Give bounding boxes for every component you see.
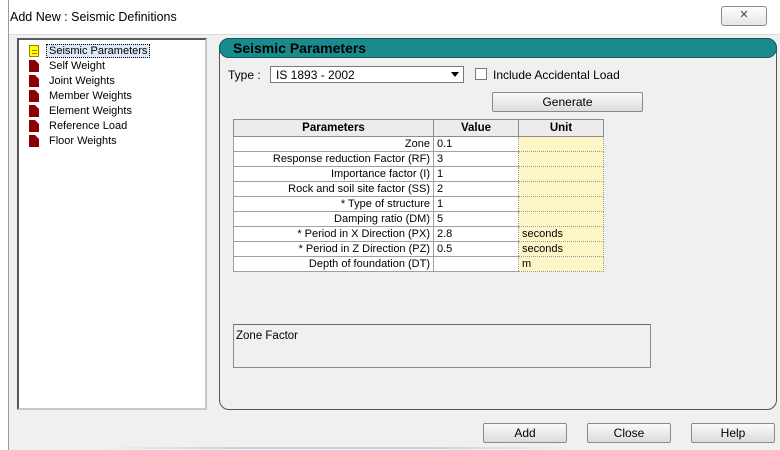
definitions-tree[interactable]: Seismic Parameters Self Weight Joint Wei… [17, 38, 207, 410]
param-name-cell: * Period in Z Direction (PZ) [233, 241, 434, 257]
document-icon [29, 60, 39, 72]
document-icon [29, 135, 39, 147]
generate-button[interactable]: Generate [492, 92, 643, 112]
include-accidental-load-label: Include Accidental Load [493, 68, 620, 82]
chevron-down-icon [451, 72, 459, 77]
param-name-cell: Importance factor (I) [233, 166, 434, 182]
table-row: * Period in X Direction (PX) 2.8 seconds [233, 226, 604, 242]
param-value-cell[interactable]: 2.8 [433, 226, 519, 242]
document-icon [29, 90, 39, 102]
param-name-cell: * Type of structure [233, 196, 434, 212]
tree-item-label: Joint Weights [49, 75, 115, 87]
param-unit-cell [518, 196, 604, 212]
panel-header: Seismic Parameters [219, 38, 777, 58]
param-unit-cell [518, 211, 604, 227]
parameter-description-text: Zone Factor [236, 330, 298, 342]
tree-item-label: Reference Load [49, 120, 128, 132]
param-value-cell[interactable] [433, 256, 519, 272]
param-value-cell[interactable]: 1 [433, 196, 519, 212]
param-unit-cell [518, 181, 604, 197]
table-row: Response reduction Factor (RF) 3 [233, 151, 604, 167]
footer-divider [100, 447, 570, 449]
panel-title: Seismic Parameters [233, 40, 367, 56]
close-button[interactable]: Close [587, 423, 671, 443]
document-icon [29, 120, 39, 132]
table-row: * Type of structure 1 [233, 196, 604, 212]
table-row: * Period in Z Direction (PZ) 0.5 seconds [233, 241, 604, 257]
window-close-button[interactable]: ✕ [721, 6, 767, 26]
param-value-cell[interactable]: 3 [433, 151, 519, 167]
column-header-unit: Unit [518, 119, 604, 137]
add-button[interactable]: Add [483, 423, 567, 443]
param-unit-cell: seconds [518, 241, 604, 257]
tree-item-joint-weights[interactable]: Joint Weights [29, 74, 199, 89]
tree-item-reference-load[interactable]: Reference Load [29, 119, 199, 134]
document-icon [29, 105, 39, 117]
include-accidental-load-checkbox[interactable] [475, 68, 487, 80]
seismic-parameters-table: Parameters Value Unit Zone 0.1 Response … [233, 119, 604, 272]
title-bar: Add New : Seismic Definitions ✕ [9, 0, 780, 35]
tree-item-label: Member Weights [49, 90, 132, 102]
param-unit-cell: m [518, 256, 604, 272]
window-title: Add New : Seismic Definitions [10, 10, 177, 24]
tree-item-floor-weights[interactable]: Floor Weights [29, 134, 199, 149]
tree-item-self-weight[interactable]: Self Weight [29, 59, 199, 74]
table-header-row: Parameters Value Unit [233, 119, 604, 137]
type-label: Type : [228, 68, 261, 82]
table-row: Damping ratio (DM) 5 [233, 211, 604, 227]
column-header-parameters: Parameters [233, 119, 434, 137]
param-unit-cell [518, 166, 604, 182]
tree-item-label: Floor Weights [49, 135, 117, 147]
type-select-value: IS 1893 - 2002 [276, 68, 355, 82]
param-name-cell: Response reduction Factor (RF) [233, 151, 434, 167]
param-unit-cell: seconds [518, 226, 604, 242]
help-button[interactable]: Help [691, 423, 775, 443]
param-value-cell[interactable]: 0.1 [433, 136, 519, 152]
column-header-value: Value [433, 119, 519, 137]
tree-item-element-weights[interactable]: Element Weights [29, 104, 199, 119]
parameter-description-box: Zone Factor [233, 324, 651, 368]
selected-parameters-icon [29, 45, 39, 57]
param-value-cell[interactable]: 0.5 [433, 241, 519, 257]
table-row: Zone 0.1 [233, 136, 604, 152]
param-unit-cell [518, 136, 604, 152]
param-value-cell[interactable]: 5 [433, 211, 519, 227]
table-row: Depth of foundation (DT) m [233, 256, 604, 272]
type-select[interactable]: IS 1893 - 2002 [270, 66, 464, 83]
tree-item-seismic-parameters[interactable]: Seismic Parameters [29, 44, 199, 59]
document-icon [29, 75, 39, 87]
table-row: Importance factor (I) 1 [233, 166, 604, 182]
param-value-cell[interactable]: 1 [433, 166, 519, 182]
tree-item-label: Seismic Parameters [46, 44, 151, 58]
close-icon: ✕ [739, 9, 749, 21]
tree-item-member-weights[interactable]: Member Weights [29, 89, 199, 104]
param-name-cell: Damping ratio (DM) [233, 211, 434, 227]
param-name-cell: * Period in X Direction (PX) [233, 226, 434, 242]
tree-item-label: Self Weight [49, 60, 106, 72]
table-row: Rock and soil site factor (SS) 2 [233, 181, 604, 197]
param-name-cell: Zone [233, 136, 434, 152]
tree-item-label: Element Weights [49, 105, 132, 117]
param-unit-cell [518, 151, 604, 167]
param-name-cell: Depth of foundation (DT) [233, 256, 434, 272]
param-value-cell[interactable]: 2 [433, 181, 519, 197]
param-name-cell: Rock and soil site factor (SS) [233, 181, 434, 197]
